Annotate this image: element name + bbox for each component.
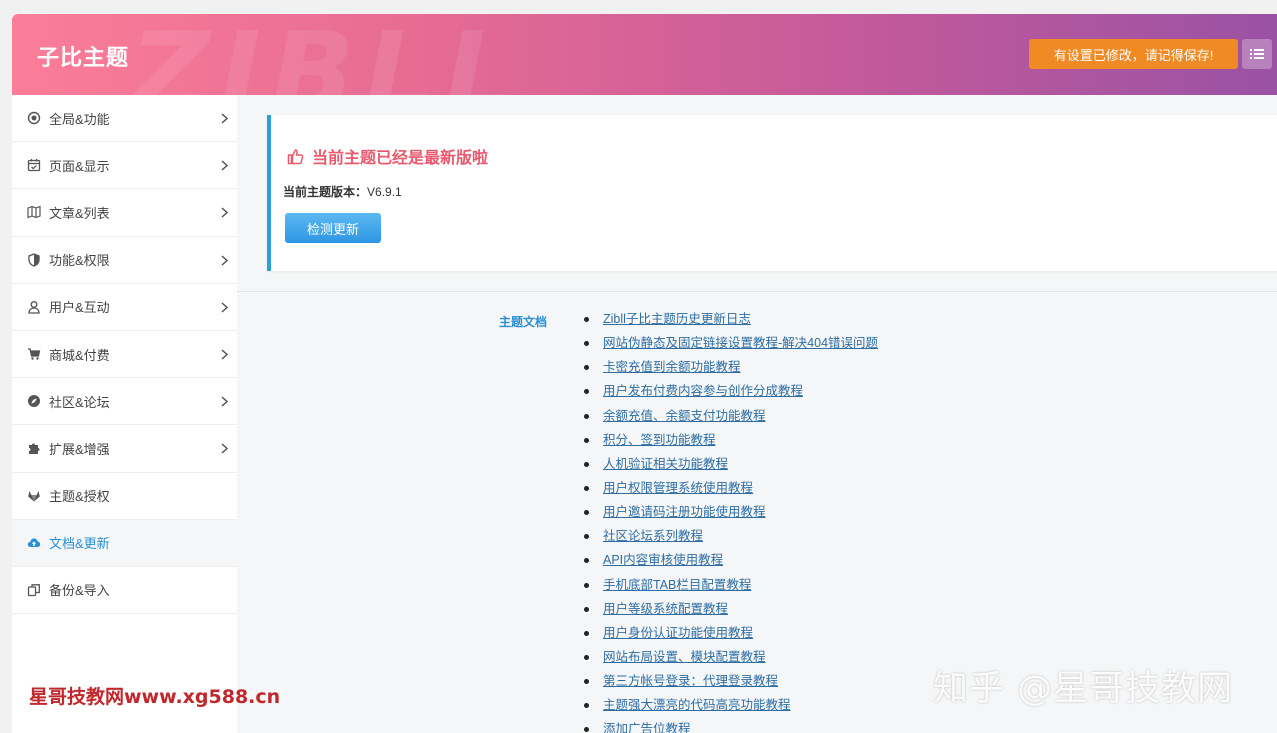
list-item: 第三方帐号登录：代理登录教程	[583, 673, 878, 697]
sidebar-item-label: 用户&互动	[49, 300, 110, 316]
chevron-right-icon	[221, 443, 228, 454]
calendar-icon	[27, 158, 41, 172]
sidebar-item-label: 全局&功能	[49, 111, 110, 127]
list-item: 余额充值、余额支付功能教程	[583, 408, 878, 432]
doc-link[interactable]: 手机底部TAB栏目配置教程	[603, 578, 751, 592]
chevron-right-icon	[221, 302, 228, 313]
version-value: V6.9.1	[367, 185, 402, 199]
sidebar-item-label: 文档&更新	[49, 536, 110, 552]
user-icon	[27, 300, 41, 314]
doc-link[interactable]: Zibll子比主题历史更新日志	[603, 312, 751, 326]
doc-link[interactable]: 人机验证相关功能教程	[603, 457, 728, 471]
compass-icon	[27, 394, 41, 408]
list-item: 卡密充值到余额功能教程	[583, 359, 878, 383]
sidebar-item-users[interactable]: 用户&互动	[12, 284, 237, 331]
doc-link[interactable]: 用户身份认证功能使用教程	[603, 626, 753, 640]
sidebar-nav: 全局&功能 页面&显示 文章&列表 功能&权限 用户&互动 商城&付费 社区&论…	[12, 95, 237, 733]
doc-link[interactable]: 第三方帐号登录：代理登录教程	[603, 674, 778, 688]
sidebar-item-label: 功能&权限	[49, 253, 110, 269]
doc-link[interactable]: 用户发布付费内容参与创作分成教程	[603, 384, 803, 398]
doc-link[interactable]: 主题强大漂亮的代码高亮功能教程	[603, 698, 791, 712]
sidebar-item-forum[interactable]: 社区&论坛	[12, 378, 237, 426]
chevron-right-icon	[221, 255, 228, 266]
list-item: 社区论坛系列教程	[583, 528, 878, 552]
doc-link[interactable]: 网站布局设置、模块配置教程	[603, 650, 766, 664]
watermark-left: 星哥技教网www.xg588.cn	[29, 686, 281, 708]
watermark-right: 知乎 @星哥技教网	[933, 669, 1234, 709]
map-icon	[27, 205, 41, 219]
list-item: 用户发布付费内容参与创作分成教程	[583, 383, 878, 407]
sidebar-item-label: 页面&显示	[49, 158, 110, 174]
doc-link[interactable]: 卡密充值到余额功能教程	[603, 360, 741, 374]
copy-icon	[27, 583, 41, 597]
chevron-right-icon	[221, 113, 228, 124]
header-bar: ZIBLL 子比主题 有设置已修改，请记得保存!	[12, 14, 1277, 95]
docs-label: 主题文档	[499, 315, 548, 329]
gitlab-icon	[27, 489, 41, 503]
check-update-button[interactable]: 检测更新	[285, 213, 381, 243]
list-item: 手机底部TAB栏目配置教程	[583, 577, 878, 601]
brand-title: 子比主题	[37, 45, 130, 70]
sidebar-item-backup[interactable]: 备份&导入	[12, 567, 237, 615]
target-icon	[27, 111, 41, 125]
sidebar-item-label: 文章&列表	[49, 205, 110, 221]
sidebar-item-label: 商城&付费	[49, 347, 110, 363]
sidebar-item-license[interactable]: 主题&授权	[12, 473, 237, 520]
doc-link[interactable]: 余额充值、余额支付功能教程	[603, 409, 766, 423]
doc-link[interactable]: 积分、签到功能教程	[603, 433, 716, 447]
sidebar-item-shop[interactable]: 商城&付费	[12, 331, 237, 379]
list-item: 人机验证相关功能教程	[583, 456, 878, 480]
cart-icon	[27, 347, 41, 361]
doc-link[interactable]: 网站伪静态及固定链接设置教程-解决404错误问题	[603, 336, 878, 350]
list-item: 主题强大漂亮的代码高亮功能教程	[583, 697, 878, 721]
main-content: 当前主题已经是最新版啦 当前主题版本：V6.9.1 检测更新 主题文档 Zibl…	[237, 95, 1277, 733]
list-item: 用户身份认证功能使用教程	[583, 625, 878, 649]
list-item: 用户等级系统配置教程	[583, 601, 878, 625]
list-item: 积分、签到功能教程	[583, 432, 878, 456]
theme-options-panel: ZIBLL 子比主题 有设置已修改，请记得保存! 全局&功能 页面&显示 文章&…	[12, 14, 1277, 733]
list-item: 网站布局设置、模块配置教程	[583, 649, 878, 673]
doc-link[interactable]: API内容审核使用教程	[603, 553, 723, 567]
sidebar-item-articles[interactable]: 文章&列表	[12, 189, 237, 237]
chevron-right-icon	[221, 207, 228, 218]
cloud-upload-icon	[27, 536, 41, 550]
sidebar-item-pages[interactable]: 页面&显示	[12, 142, 237, 190]
doc-link[interactable]: 社区论坛系列教程	[603, 529, 703, 543]
docs-link-list: Zibll子比主题历史更新日志 网站伪静态及固定链接设置教程-解决404错误问题…	[583, 311, 878, 733]
list-item: 用户邀请码注册功能使用教程	[583, 504, 878, 528]
version-label: 当前主题版本：	[283, 185, 368, 199]
list-item: Zibll子比主题历史更新日志	[583, 311, 878, 335]
puzzle-icon	[27, 441, 41, 455]
chevron-right-icon	[221, 396, 228, 407]
list-item: 网站伪静态及固定链接设置教程-解决404错误问题	[583, 335, 878, 359]
list-item: 添加广告位教程	[583, 721, 878, 733]
doc-link[interactable]: 用户等级系统配置教程	[603, 602, 728, 616]
header-watermark: ZIBLL	[130, 14, 525, 95]
list-item: 用户权限管理系统使用教程	[583, 480, 878, 504]
doc-link[interactable]: 用户邀请码注册功能使用教程	[603, 505, 766, 519]
chevron-right-icon	[221, 160, 228, 171]
sidebar-item-label: 主题&授权	[49, 489, 110, 505]
sidebar-item-label: 社区&论坛	[49, 394, 110, 410]
sidebar-item-permissions[interactable]: 功能&权限	[12, 237, 237, 284]
sidebar-item-label: 备份&导入	[49, 583, 110, 599]
update-title-row: 当前主题已经是最新版啦	[287, 144, 488, 168]
thumbs-up-icon	[287, 148, 304, 164]
doc-link[interactable]: 添加广告位教程	[603, 722, 691, 733]
sidebar-item-extensions[interactable]: 扩展&增强	[12, 425, 237, 473]
update-status-title: 当前主题已经是最新版啦	[312, 150, 489, 167]
sidebar-item-docs[interactable]: 文档&更新	[12, 519, 237, 567]
menu-toggle-button[interactable]	[1242, 39, 1272, 69]
list-icon	[1250, 49, 1264, 59]
sidebar-item-label: 扩展&增强	[49, 441, 110, 457]
save-reminder-button[interactable]: 有设置已修改，请记得保存!	[1029, 39, 1238, 69]
doc-link[interactable]: 用户权限管理系统使用教程	[603, 481, 753, 495]
chevron-right-icon	[221, 349, 228, 360]
sidebar-item-global[interactable]: 全局&功能	[12, 95, 237, 143]
update-status-card: 当前主题已经是最新版啦 当前主题版本：V6.9.1 检测更新	[267, 115, 1277, 271]
shield-icon	[27, 252, 41, 267]
version-row: 当前主题版本：V6.9.1	[283, 183, 402, 200]
list-item: API内容审核使用教程	[583, 552, 878, 576]
